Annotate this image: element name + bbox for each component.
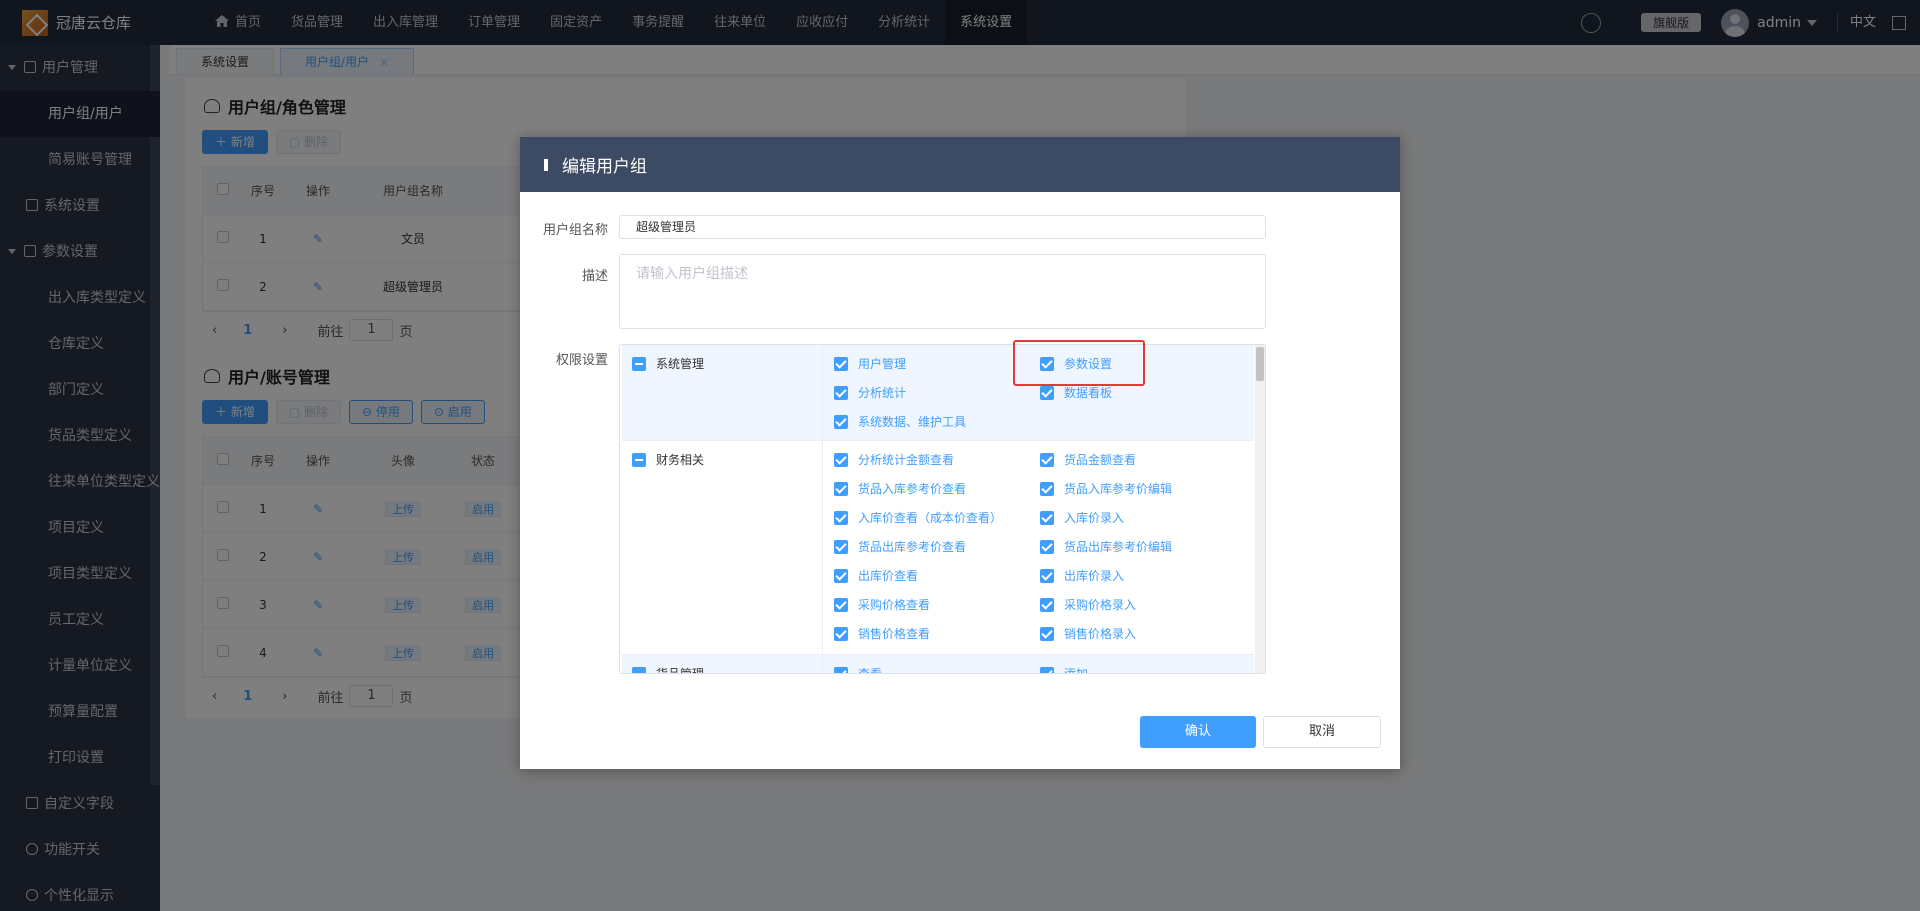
perm-category[interactable]: 财务相关 [632, 451, 704, 468]
perm-item[interactable]: 出库价录入 [1040, 567, 1124, 584]
name-row: 用户组名称 [520, 219, 608, 238]
checkbox-checked[interactable] [834, 385, 848, 400]
partial-checkbox[interactable] [632, 666, 646, 673]
perm-item[interactable]: 用户管理 [834, 355, 906, 372]
perm-item[interactable]: 货品金额查看 [1040, 451, 1136, 468]
checkbox-checked[interactable] [1040, 385, 1054, 400]
perm-item[interactable]: 货品入库参考价编辑 [1040, 480, 1172, 497]
permission-scrollbar[interactable] [1255, 345, 1265, 673]
checkbox-checked[interactable] [834, 666, 848, 673]
perm-item[interactable]: 查看 [834, 665, 882, 673]
partial-checkbox[interactable] [632, 452, 646, 467]
perm-item[interactable]: 销售价格查看 [834, 625, 930, 642]
dialog-title: 编辑用户组 [562, 157, 647, 177]
perm-item[interactable]: 货品出库参考价查看 [834, 538, 966, 555]
perm-item[interactable]: 采购价格查看 [834, 596, 930, 613]
perm-item[interactable]: 入库价录入 [1040, 509, 1124, 526]
description-textarea[interactable]: 请输入用户组描述 [619, 254, 1266, 329]
checkbox-checked[interactable] [1040, 510, 1054, 525]
perm-group-goods: 货品管理 查看 添加 [622, 655, 1254, 673]
group-name-input[interactable]: 超级管理员 [619, 215, 1266, 239]
confirm-button[interactable]: 确认 [1140, 716, 1256, 748]
checkbox-checked[interactable] [834, 414, 848, 429]
highlight-annotation [1013, 340, 1145, 386]
perm-item[interactable]: 货品出库参考价编辑 [1040, 538, 1172, 555]
checkbox-checked[interactable] [834, 510, 848, 525]
perm-item[interactable]: 添加 [1040, 665, 1088, 673]
perm-category[interactable]: 系统管理 [632, 355, 704, 372]
partial-checkbox[interactable] [632, 356, 646, 371]
perm-item[interactable]: 入库价查看（成本价查看） [834, 509, 1002, 526]
checkbox-checked[interactable] [1040, 597, 1054, 612]
perm-item[interactable]: 出库价查看 [834, 567, 918, 584]
checkbox-checked[interactable] [1040, 568, 1054, 583]
name-label: 用户组名称 [542, 223, 608, 238]
perm-label: 权限设置 [555, 353, 608, 368]
perm-item[interactable]: 数据看板 [1040, 384, 1112, 401]
checkbox-checked[interactable] [1040, 452, 1054, 467]
checkbox-checked[interactable] [834, 597, 848, 612]
checkbox-checked[interactable] [1040, 481, 1054, 496]
checkbox-checked[interactable] [834, 452, 848, 467]
perm-item[interactable]: 采购价格录入 [1040, 596, 1136, 613]
scrollbar-thumb[interactable] [1256, 347, 1264, 381]
perm-row: 权限设置 [520, 349, 608, 368]
checkbox-checked[interactable] [834, 481, 848, 496]
perm-group-finance: 财务相关 分析统计金额查看 货品金额查看 货品入库参考价查看 货品入库参考价编辑… [622, 441, 1254, 655]
perm-item[interactable]: 货品入库参考价查看 [834, 480, 966, 497]
perm-item[interactable]: 分析统计金额查看 [834, 451, 954, 468]
edit-user-group-dialog: 编辑用户组 用户组名称 超级管理员 描述 请输入用户组描述 权限设置 系统管理 … [520, 137, 1400, 769]
checkbox-checked[interactable] [834, 626, 848, 641]
perm-item[interactable]: 系统数据、维护工具 [834, 413, 966, 430]
cancel-button[interactable]: 取消 [1263, 716, 1381, 748]
desc-row: 描述 [520, 265, 608, 284]
checkbox-checked[interactable] [834, 568, 848, 583]
checkbox-checked[interactable] [1040, 539, 1054, 554]
checkbox-checked[interactable] [1040, 626, 1054, 641]
desc-label: 描述 [581, 269, 608, 284]
checkbox-checked[interactable] [1040, 666, 1054, 673]
checkbox-checked[interactable] [834, 539, 848, 554]
perm-item[interactable]: 销售价格录入 [1040, 625, 1136, 642]
perm-group-system: 系统管理 用户管理 参数设置 分析统计 数据看板 系统数据、维护工具 [622, 345, 1254, 441]
title-accent [544, 158, 548, 171]
dialog-header: 编辑用户组 [520, 137, 1400, 192]
perm-category[interactable]: 货品管理 [632, 665, 704, 673]
checkbox-checked[interactable] [834, 356, 848, 371]
perm-item[interactable]: 分析统计 [834, 384, 906, 401]
permission-tree: 系统管理 用户管理 参数设置 分析统计 数据看板 系统数据、维护工具 财务相关 … [619, 344, 1266, 674]
